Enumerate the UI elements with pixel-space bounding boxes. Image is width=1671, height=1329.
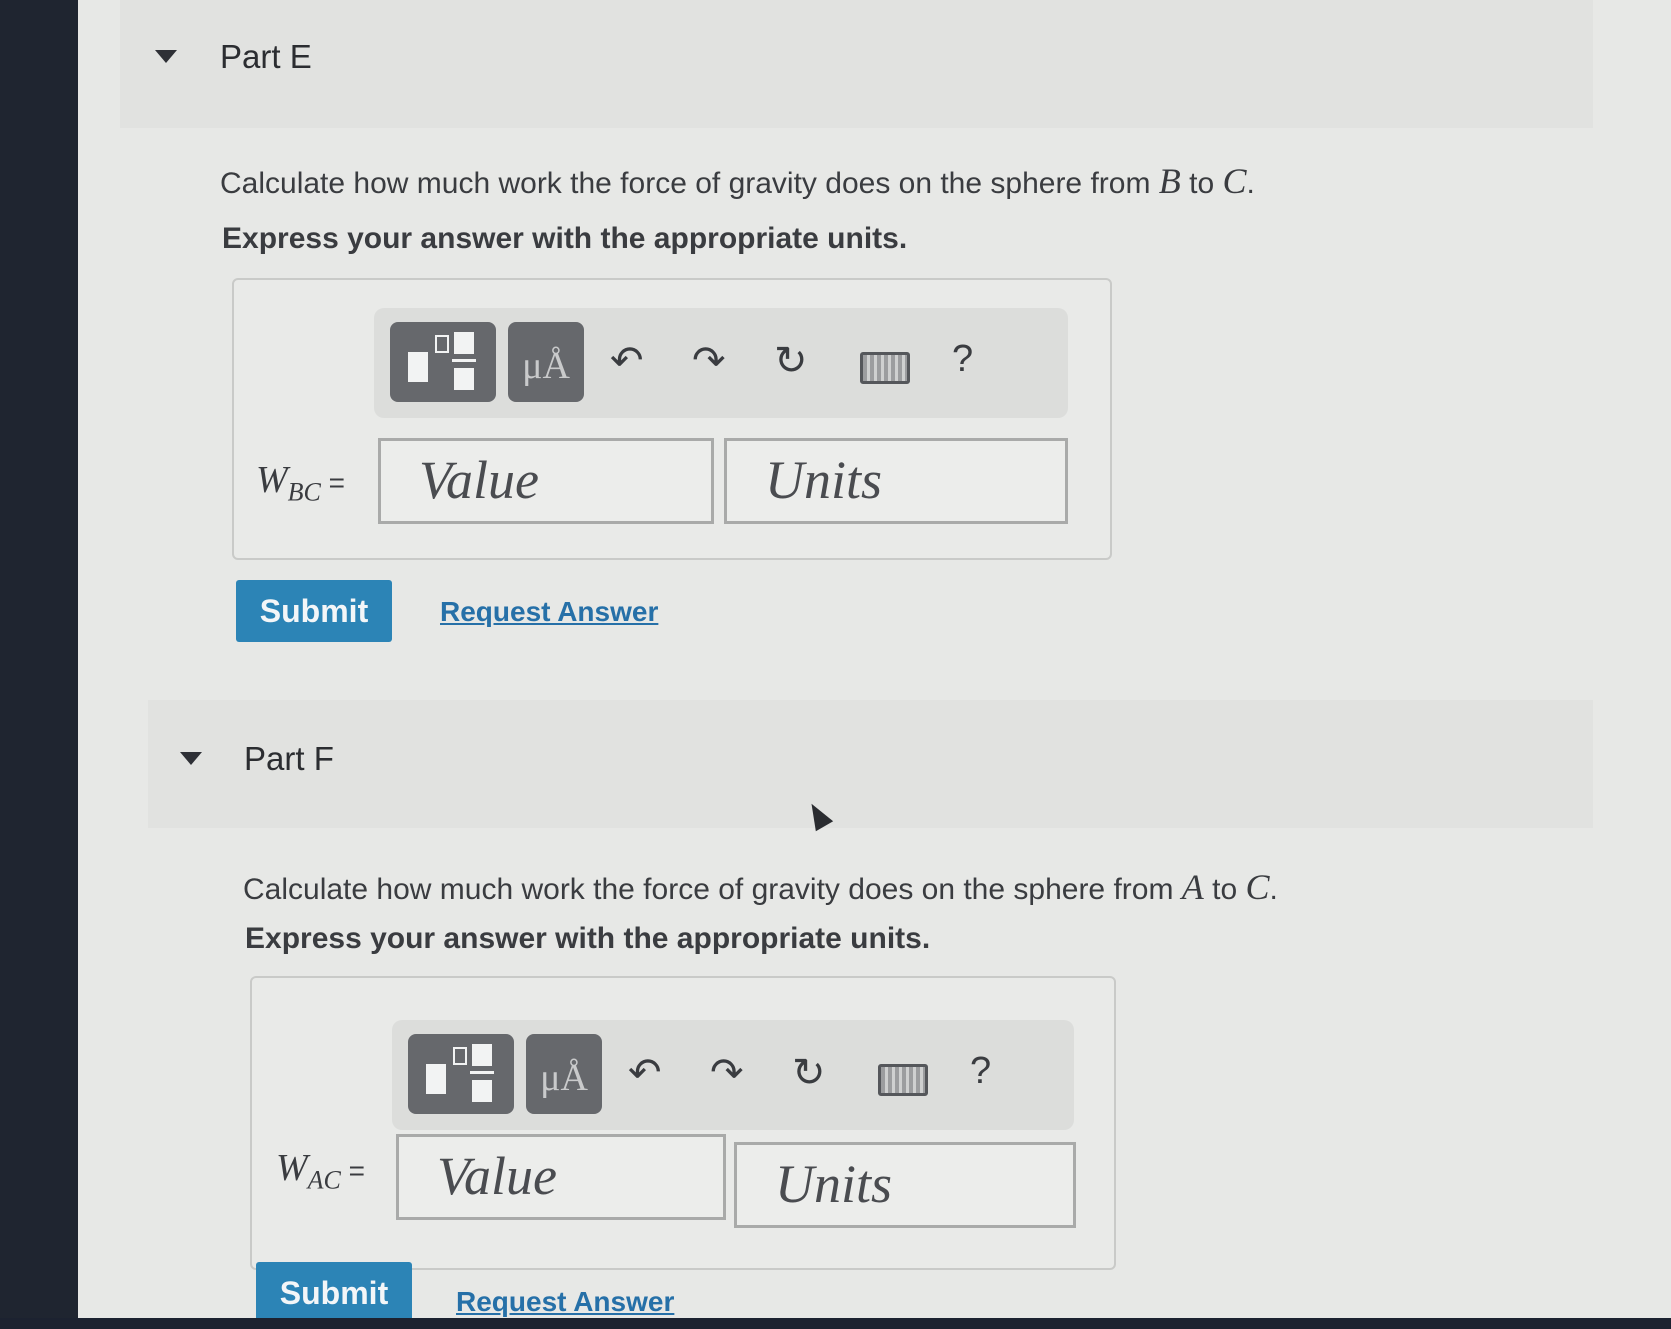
part-f-submit-button[interactable]: Submit [256, 1262, 412, 1324]
part-e-submit-button[interactable]: Submit [236, 580, 392, 642]
part-f-header[interactable] [148, 700, 1593, 828]
part-e-units-input[interactable]: Units [724, 438, 1068, 524]
keyboard-icon[interactable] [878, 1064, 928, 1096]
part-e-value-input[interactable]: Value [378, 438, 714, 524]
units-symbol-button[interactable]: μÅ [508, 322, 584, 402]
part-e-toolbar: μÅ ↶ ↷ ↻ ? [374, 308, 1068, 418]
templates-button[interactable] [390, 322, 496, 402]
part-e-instruction: Express your answer with the appropriate… [222, 222, 908, 255]
reset-icon[interactable]: ↻ [774, 338, 808, 384]
keyboard-icon[interactable] [860, 352, 910, 384]
reset-icon[interactable]: ↻ [792, 1050, 826, 1096]
part-f-instruction: Express your answer with the appropriate… [245, 922, 931, 955]
units-symbol-label: μÅ [522, 345, 570, 387]
units-symbol-label: μÅ [540, 1057, 588, 1099]
collapse-caret-icon[interactable] [155, 50, 177, 63]
part-e-question: Calculate how much work the force of gra… [220, 161, 1255, 201]
part-f-answer-box: μÅ ↶ ↷ ↻ ? WAC = Value Units [250, 976, 1116, 1270]
help-button[interactable]: ? [970, 1050, 991, 1093]
part-e-answer-box: μÅ ↶ ↷ ↻ ? WBC = Value Units [232, 278, 1112, 560]
part-f-units-input[interactable]: Units [734, 1142, 1076, 1228]
part-e-title: Part E [220, 38, 312, 75]
fraction-template-icon [408, 332, 476, 390]
part-f-request-answer-link[interactable]: Request Answer [456, 1286, 674, 1318]
redo-icon[interactable]: ↷ [692, 338, 726, 384]
part-e-header[interactable] [120, 0, 1593, 128]
screen-bezel [0, 1318, 1671, 1329]
undo-icon[interactable]: ↶ [610, 338, 644, 384]
redo-icon[interactable]: ↷ [710, 1050, 744, 1096]
help-button[interactable]: ? [952, 338, 973, 381]
templates-button[interactable] [408, 1034, 514, 1114]
collapse-caret-icon[interactable] [180, 752, 202, 765]
part-e-variable-label: WBC = [256, 459, 346, 507]
part-f-title: Part F [244, 740, 334, 777]
part-f-toolbar: μÅ ↶ ↷ ↻ ? [392, 1020, 1074, 1130]
part-f-question: Calculate how much work the force of gra… [243, 867, 1278, 907]
undo-icon[interactable]: ↶ [628, 1050, 662, 1096]
units-symbol-button[interactable]: μÅ [526, 1034, 602, 1114]
part-f-variable-label: WAC = [276, 1147, 366, 1195]
part-e-request-answer-link[interactable]: Request Answer [440, 596, 658, 628]
part-f-value-input[interactable]: Value [396, 1134, 726, 1220]
fraction-template-icon [426, 1044, 494, 1102]
